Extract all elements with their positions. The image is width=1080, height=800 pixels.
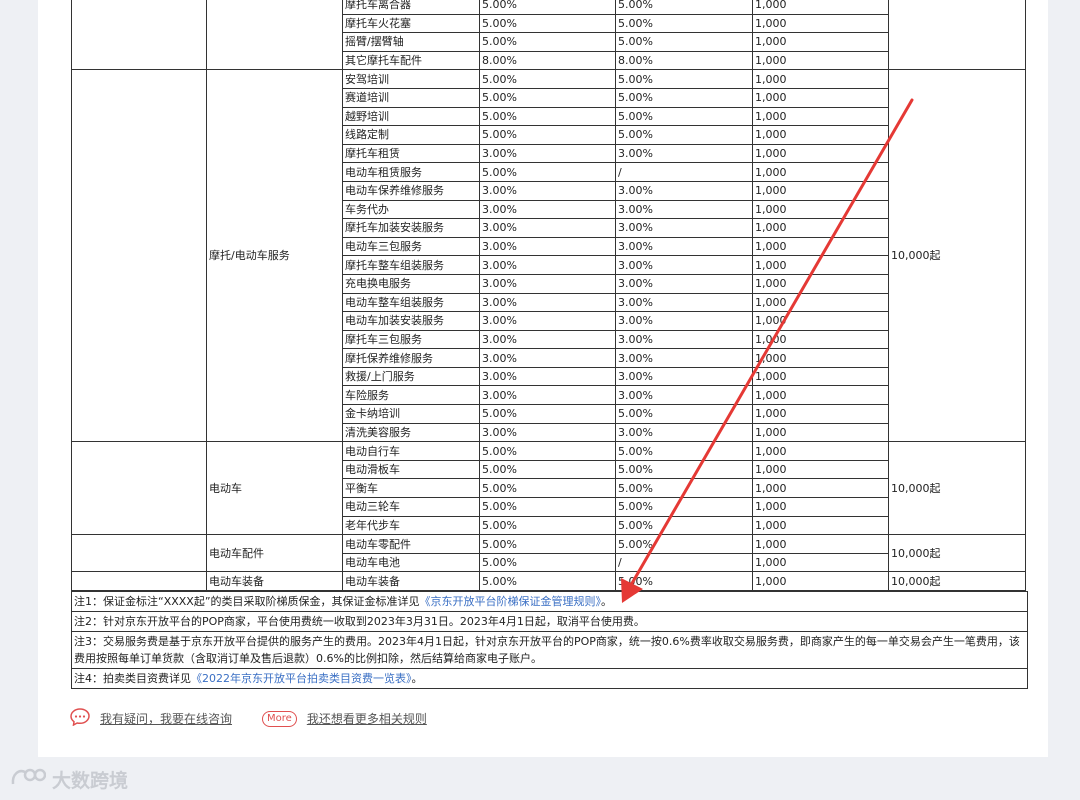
annotation-arrow bbox=[621, 98, 914, 603]
